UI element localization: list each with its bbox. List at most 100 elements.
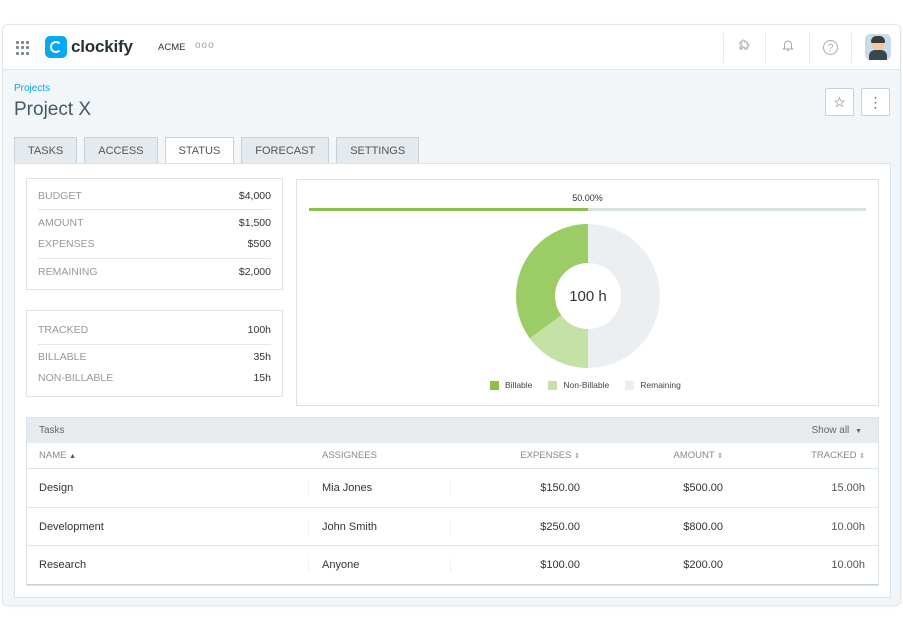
task-name[interactable]: Design	[39, 469, 73, 507]
expenses-label: EXPENSES	[38, 238, 95, 250]
project-tabs: TASKS ACCESS STATUS FORECAST SETTINGS	[14, 137, 426, 164]
task-assignee[interactable]: John Smith	[322, 508, 377, 546]
star-icon: ☆	[833, 94, 846, 110]
task-assignee[interactable]: Anyone	[322, 546, 359, 584]
billable-label: BILLABLE	[38, 351, 87, 363]
status-panel: BUDGET $4,000 AMOUNT $1,500 EXPENSES $50…	[14, 163, 891, 598]
expenses-value: $500	[247, 238, 271, 250]
budget-row: BUDGET $4,000	[38, 183, 271, 209]
column-label: TRACKED	[811, 450, 857, 461]
legend-non-billable: Non-Billable	[548, 380, 609, 390]
donut-svg	[516, 224, 660, 368]
slice-billable	[516, 224, 588, 339]
tracked-row: TRACKED 100h	[38, 317, 271, 344]
amount-label: AMOUNT	[38, 217, 84, 229]
task-expenses: $150.00	[540, 482, 580, 494]
puzzle-icon[interactable]	[735, 38, 753, 56]
sort-icon: ▲	[69, 453, 77, 460]
legend-billable: Billable	[490, 380, 532, 390]
favorite-button[interactable]: ☆	[825, 88, 854, 116]
avatar[interactable]	[865, 34, 891, 60]
tasks-table-header: Tasks Show all ▼	[27, 418, 878, 443]
app-window: clockify ACME ooo ? Projects Project X ☆…	[2, 24, 901, 606]
task-expenses: $100.00	[540, 559, 580, 571]
workspace-menu-icon[interactable]: ooo	[195, 40, 215, 51]
app-name: clockify	[71, 37, 133, 56]
task-tracked: 15.00h	[831, 482, 865, 494]
column-label: AMOUNT	[673, 450, 715, 461]
tasks-table-title: Tasks	[39, 425, 65, 436]
divider	[308, 481, 309, 496]
breadcrumb[interactable]: Projects	[14, 83, 50, 94]
caret-down-icon: ▼	[855, 428, 862, 435]
remaining-value: $2,000	[238, 266, 271, 278]
bell-icon[interactable]	[779, 38, 797, 56]
time-summary: TRACKED 100h BILLABLE 35h NON-BILLABLE 1…	[26, 310, 283, 397]
remaining-label: REMAINING	[38, 266, 98, 278]
tab-forecast[interactable]: FORECAST	[241, 137, 330, 163]
budget-summary: BUDGET $4,000 AMOUNT $1,500 EXPENSES $50…	[26, 178, 283, 290]
amount-value: $1,500	[238, 217, 271, 229]
legend-label: Billable	[505, 380, 533, 390]
page-title: Project X	[14, 99, 92, 120]
task-name[interactable]: Research	[39, 546, 86, 584]
column-label: EXPENSES	[520, 450, 572, 461]
divider	[450, 481, 451, 496]
billable-value: 35h	[253, 351, 271, 363]
top-bar: clockify ACME ooo ?	[3, 25, 900, 70]
budget-value: $4,000	[238, 190, 271, 202]
column-tracked[interactable]: TRACKED ⇕	[811, 443, 865, 470]
table-column-headers: NAME ▲ ASSIGNEES EXPENSES ⇕ AMOUNT ⇕ TRA…	[27, 443, 878, 469]
divider	[450, 519, 451, 535]
grid-icon[interactable]	[16, 41, 30, 55]
task-amount: $200.00	[683, 559, 723, 571]
divider	[723, 33, 724, 63]
app-logo[interactable]: clockify	[45, 36, 133, 58]
nonbillable-row: NON-BILLABLE 15h	[38, 368, 271, 390]
show-all-dropdown[interactable]: Show all ▼	[811, 418, 862, 444]
sort-icon: ⇕	[574, 453, 580, 460]
column-expenses[interactable]: EXPENSES ⇕	[520, 443, 580, 470]
legend-swatch-non-billable	[548, 380, 558, 390]
budget-label: BUDGET	[38, 190, 82, 202]
sort-icon: ⇕	[859, 453, 865, 460]
divider	[809, 33, 810, 63]
status-chart-card: 50.00% 100 h Billable Non-Billable Remai…	[296, 179, 879, 406]
divider	[308, 519, 309, 535]
tab-settings[interactable]: SETTINGS	[336, 137, 420, 163]
task-amount: $800.00	[683, 520, 723, 533]
task-amount: $500.00	[683, 482, 723, 494]
task-name[interactable]: Development	[39, 508, 104, 546]
legend-swatch-billable	[490, 380, 499, 390]
workspace-name[interactable]: ACME	[158, 42, 185, 53]
task-assignee[interactable]: Mia Jones	[322, 469, 372, 507]
table-row[interactable]: Research Anyone $100.00 $200.00 10.00h	[27, 546, 878, 585]
slice-remaining	[588, 224, 660, 368]
column-amount[interactable]: AMOUNT ⇕	[673, 443, 723, 470]
nonbillable-value: 15h	[253, 372, 271, 384]
tracked-value: 100h	[247, 324, 271, 336]
time-donut-chart: 100 h	[515, 223, 661, 369]
table-row[interactable]: Design Mia Jones $150.00 $500.00 15.00h	[27, 469, 878, 508]
more-options-button[interactable]: ⋮	[861, 88, 890, 116]
tab-tasks[interactable]: TASKS	[14, 137, 78, 163]
help-icon[interactable]: ?	[823, 40, 838, 55]
tab-access[interactable]: ACCESS	[84, 137, 158, 163]
divider	[308, 558, 309, 573]
divider	[450, 558, 451, 573]
expenses-row: EXPENSES $500	[38, 234, 271, 258]
progress-percent: 50.00%	[572, 193, 603, 203]
column-label: NAME	[39, 450, 67, 461]
nonbillable-label: NON-BILLABLE	[38, 372, 114, 384]
table-row[interactable]: Development John Smith $250.00 $800.00 1…	[27, 508, 878, 546]
column-name[interactable]: NAME ▲	[39, 443, 76, 470]
tab-status[interactable]: STATUS	[164, 137, 235, 164]
legend-remaining: Remaining	[625, 380, 681, 390]
task-expenses: $250.00	[540, 520, 580, 533]
legend-swatch-remaining	[625, 380, 635, 390]
progress-fill	[309, 208, 588, 211]
task-tracked: 10.00h	[831, 559, 865, 571]
budget-progress-bar	[309, 208, 866, 211]
column-assignees[interactable]: ASSIGNEES	[322, 443, 377, 469]
tracked-label: TRACKED	[38, 324, 89, 336]
